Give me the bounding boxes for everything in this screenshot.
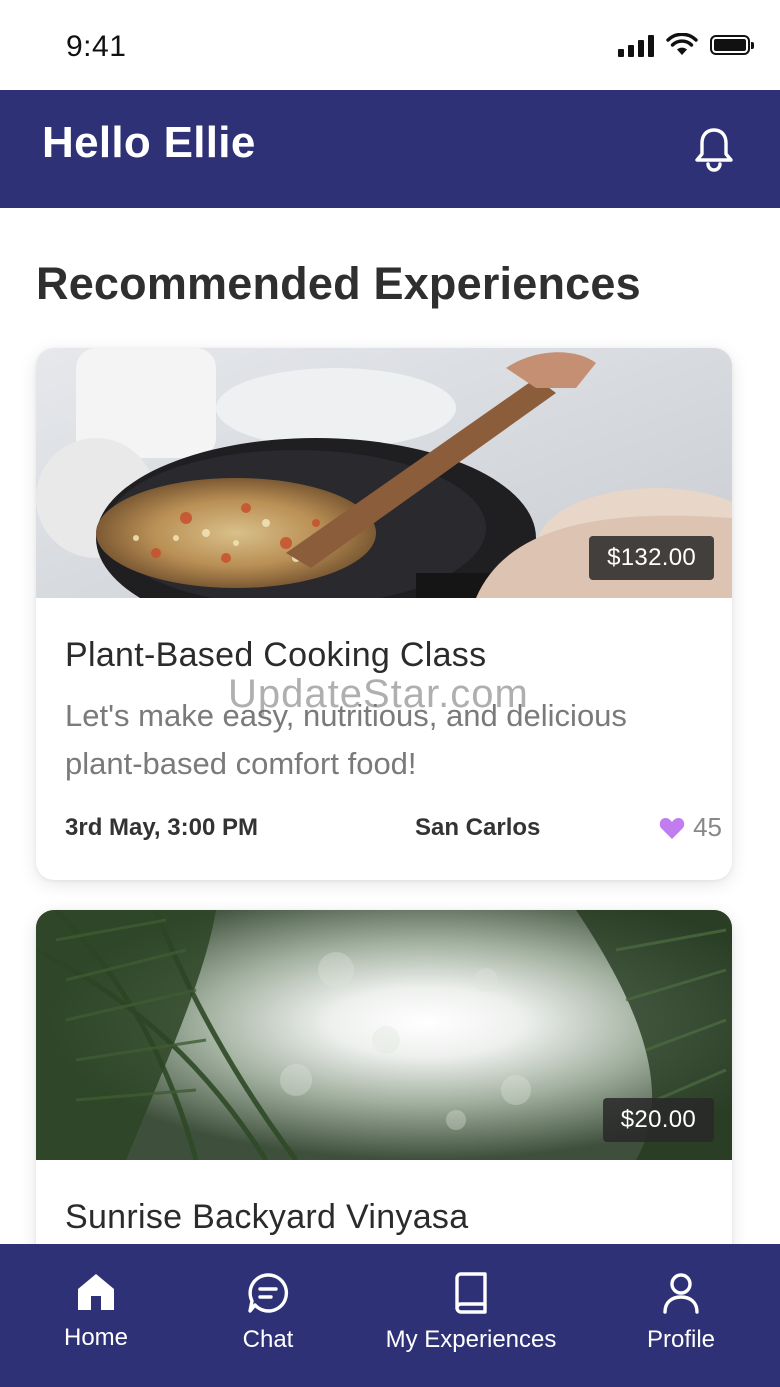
experience-date: 3rd May, 3:00 PM — [65, 814, 258, 841]
book-icon — [455, 1272, 487, 1314]
nav-label-my-experiences: My Experiences — [385, 1326, 557, 1353]
user-icon — [663, 1273, 699, 1314]
experience-location: San Carlos — [415, 814, 541, 841]
experience-description: Let's make easy, nutritious, and delicio… — [65, 698, 627, 781]
experience-image: $132.00 — [36, 348, 732, 598]
experience-card[interactable]: $132.00 Plant-Based Cooking Class Let's … — [36, 348, 732, 880]
experience-title: Sunrise Backyard Vinyasa — [65, 1198, 469, 1236]
wifi-icon — [666, 33, 698, 55]
status-time: 9:41 — [66, 30, 127, 63]
chat-icon — [248, 1273, 289, 1313]
section-title: Recommended Experiences — [36, 258, 641, 309]
cellular-signal-icon — [618, 33, 654, 57]
nav-my-experiences[interactable]: My Experiences — [372, 1244, 570, 1387]
price-tag: $20.00 — [602, 1098, 714, 1142]
battery-icon — [710, 35, 754, 55]
bottom-nav: Home Chat My Experiences Profile — [0, 1244, 780, 1387]
bell-icon[interactable] — [692, 126, 736, 172]
app-header: Hello Ellie — [0, 90, 780, 208]
nav-chat[interactable]: Chat — [212, 1244, 324, 1387]
greeting-title: Hello Ellie — [42, 118, 256, 167]
like-count: 45 — [693, 812, 722, 842]
nav-label-chat: Chat — [242, 1326, 294, 1353]
experience-image: $20.00 — [36, 910, 732, 1160]
nav-home[interactable]: Home — [40, 1244, 152, 1387]
nav-label-home: Home — [63, 1324, 129, 1351]
status-bar: 9:41 — [0, 0, 780, 90]
like-button[interactable]: 45 — [659, 812, 722, 843]
status-icons — [618, 33, 754, 57]
nav-profile[interactable]: Profile — [630, 1244, 732, 1387]
home-icon — [78, 1274, 114, 1310]
price-tag: $132.00 — [589, 536, 714, 580]
heart-icon — [659, 817, 685, 839]
nav-label-profile: Profile — [646, 1326, 716, 1353]
experience-title: Plant-Based Cooking Class — [65, 636, 487, 674]
